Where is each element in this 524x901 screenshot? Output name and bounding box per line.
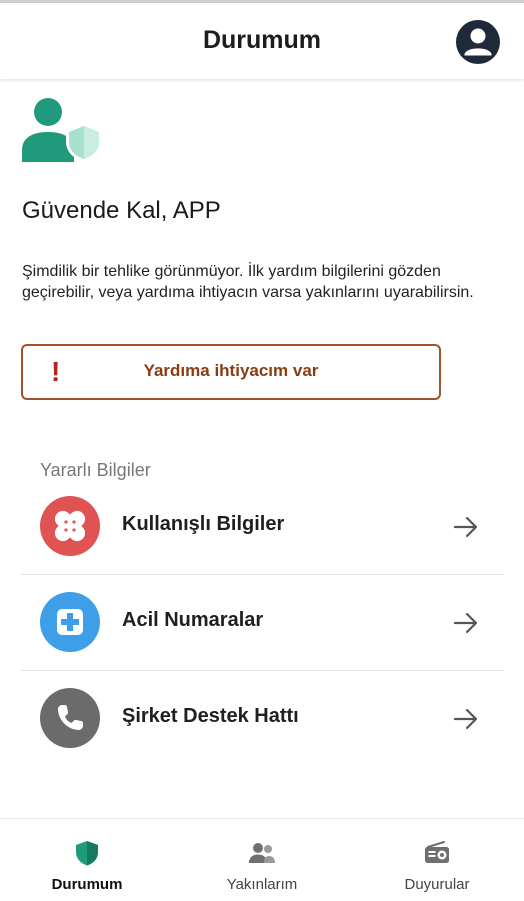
arrow-right-icon [453, 516, 478, 538]
need-help-label: Yardıma ihtiyacım var [143, 361, 319, 380]
nav-label: Duyurular [404, 876, 470, 893]
nav-label: Yakınlarım [226, 876, 298, 893]
nav-item-status[interactable]: Durumum [0, 819, 174, 901]
greeting-text: Güvende Kal, APP [22, 197, 221, 224]
list-item-label: Şirket Destek Hattı [122, 705, 299, 727]
need-help-button[interactable]: ! Yardıma ihtiyacım var [21, 344, 441, 400]
section-title: Yararlı Bilgiler [40, 460, 151, 480]
list-item-label: Kullanışlı Bilgiler [122, 513, 285, 535]
account-button[interactable] [454, 18, 502, 66]
arrow-right-icon [453, 708, 478, 730]
list-item-label: Acil Numaralar [122, 609, 264, 631]
nav-item-announcements[interactable]: Duyurular [350, 819, 524, 901]
list-item-useful-info[interactable]: Kullanışlı Bilgiler [20, 479, 504, 575]
app-header: Durumum [0, 3, 524, 79]
page-title: Durumum [202, 26, 322, 54]
account-circle-icon [456, 20, 500, 64]
nav-label: Durumum [51, 876, 123, 893]
bandage-icon [40, 496, 100, 556]
shield-icon [76, 841, 98, 866]
nav-item-contacts[interactable]: Yakınlarım [175, 819, 349, 901]
radio-icon [425, 841, 449, 863]
status-message: Şimdilik bir tehlike görünmüyor. İlk yar… [22, 263, 474, 301]
safe-user-icon [20, 96, 104, 162]
list-item-emergency-numbers[interactable]: Acil Numaralar [20, 575, 504, 671]
phone-icon [40, 688, 100, 748]
bottom-navigation: Durumum Yakınlarım Duyurular [0, 818, 524, 901]
medical-plus-icon [40, 592, 100, 652]
list-item-support-line[interactable]: Şirket Destek Hattı [20, 671, 504, 767]
people-icon [249, 843, 275, 863]
arrow-right-icon [453, 612, 478, 634]
